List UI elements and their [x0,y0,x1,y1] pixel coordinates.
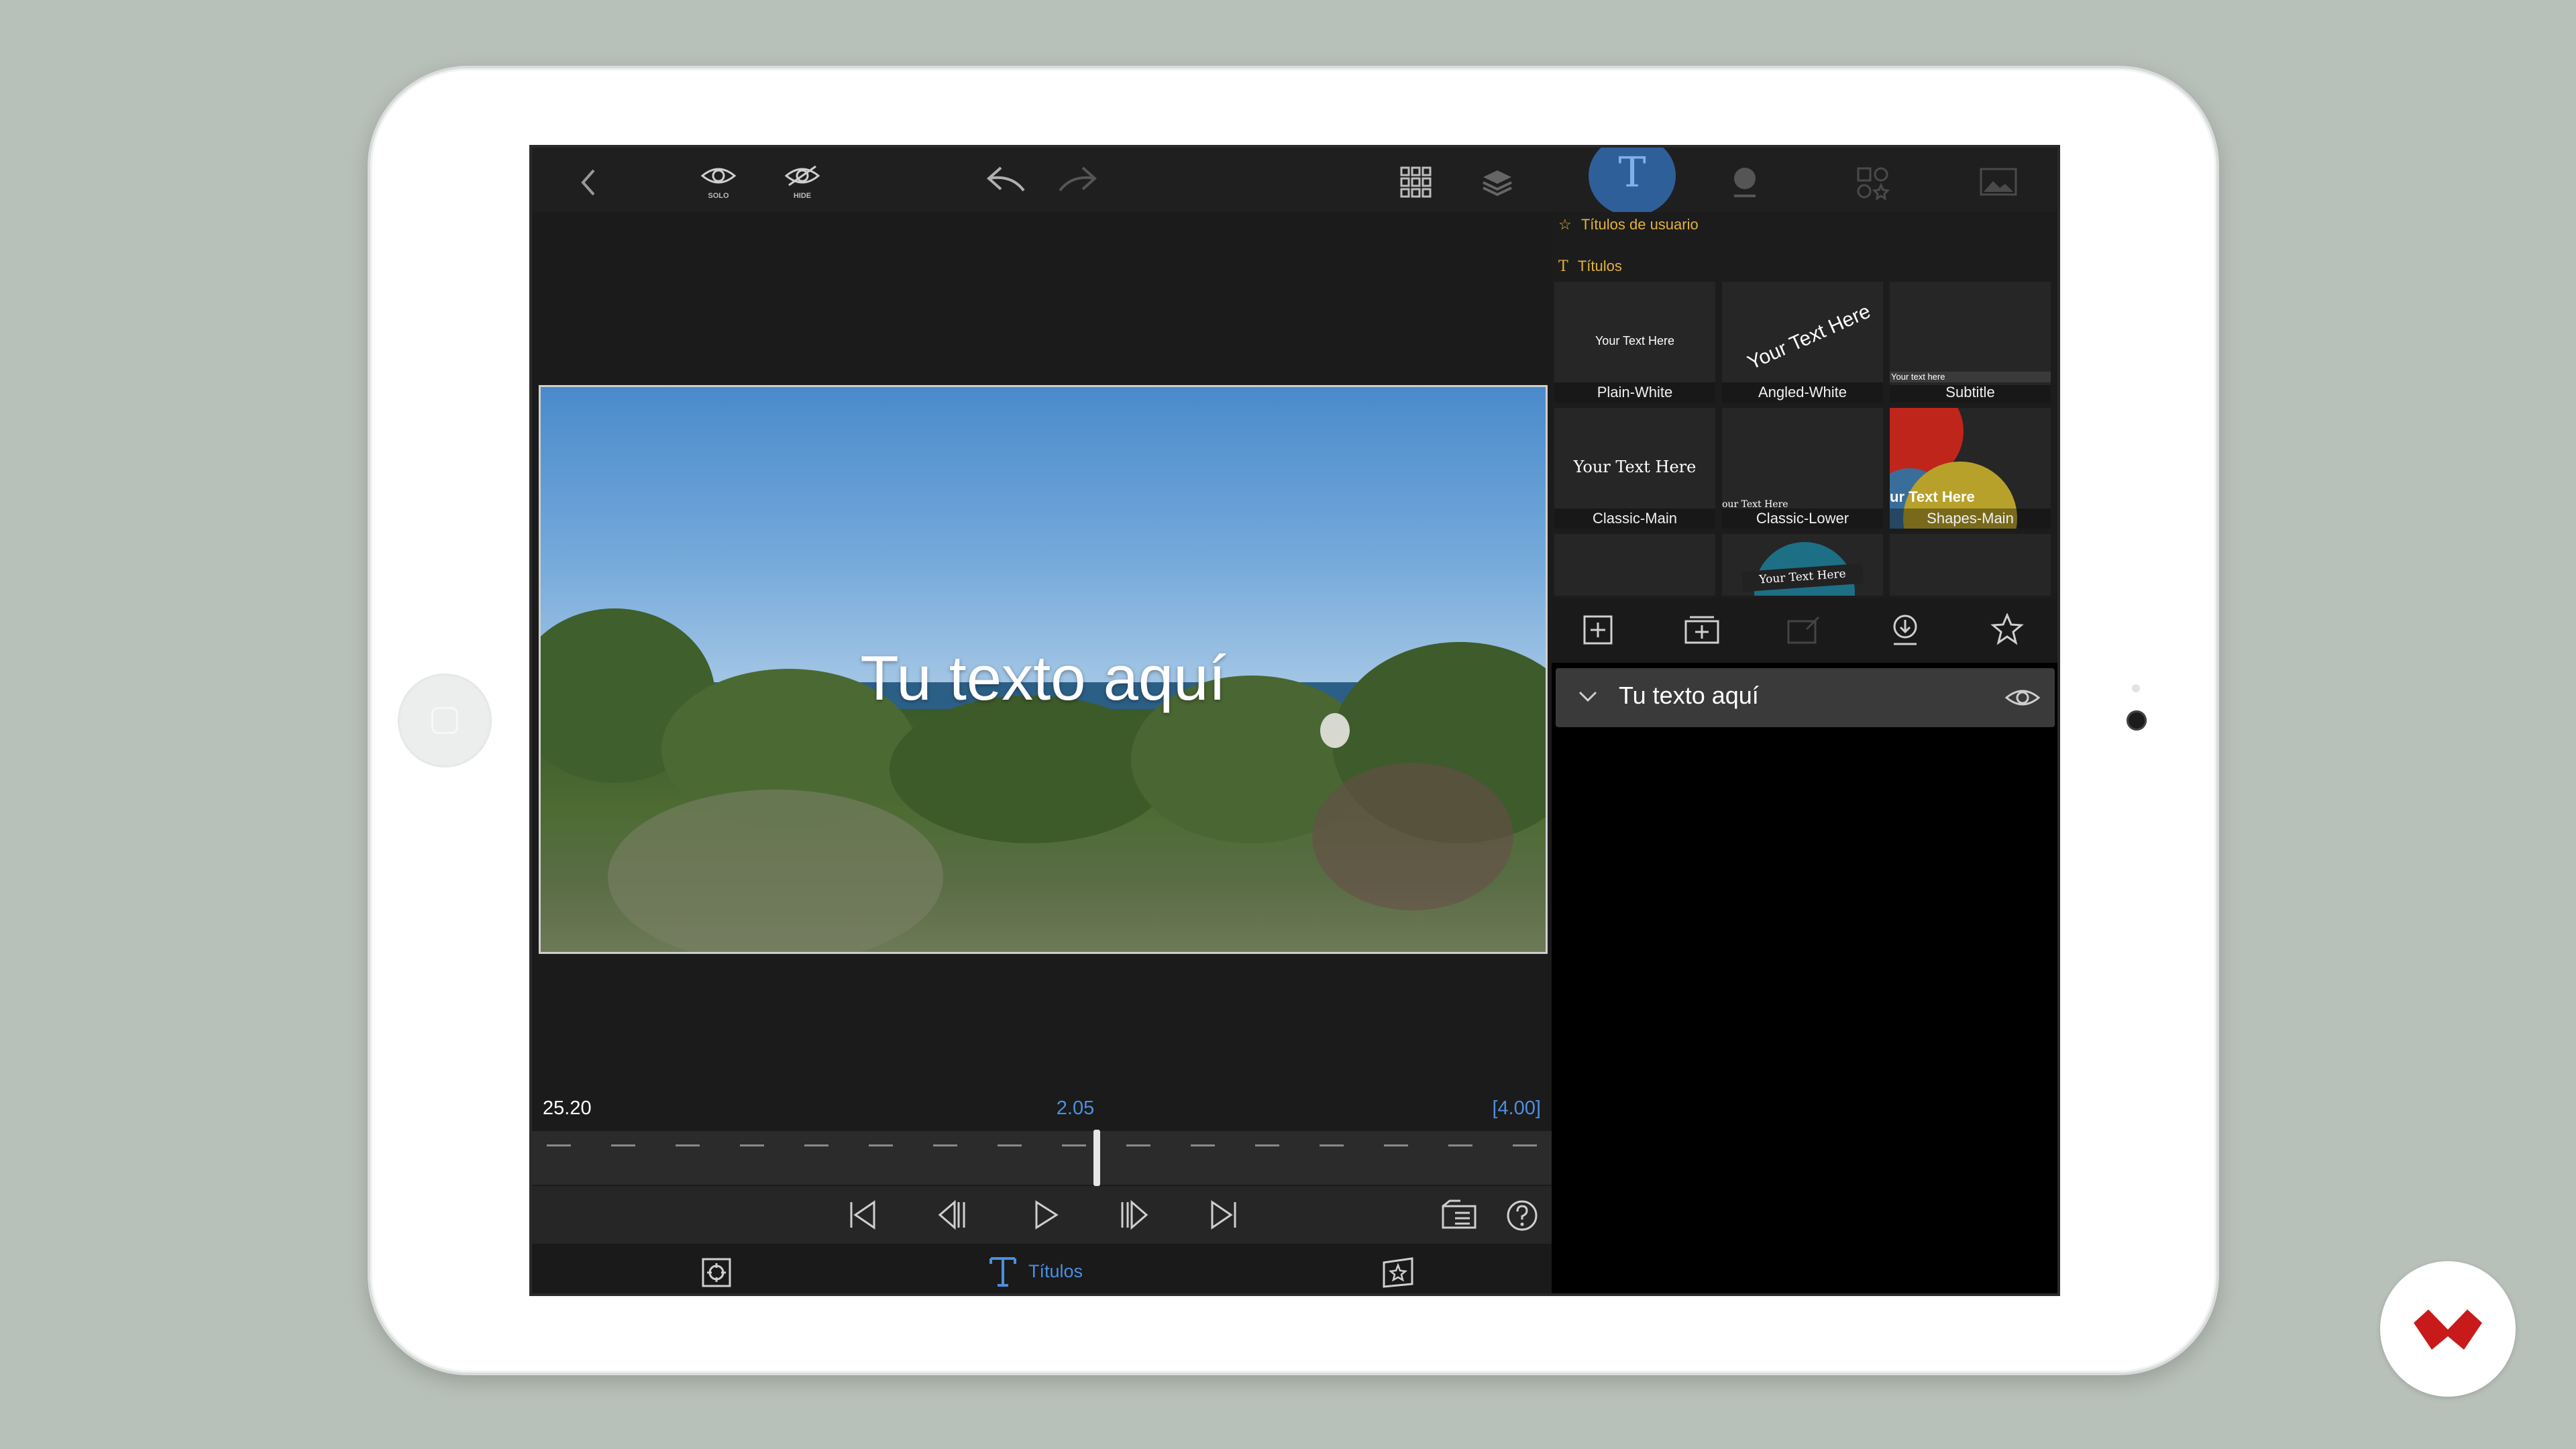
titles-panel: ☆ Títulos de usuario T Títulos Your Text… [1552,212,2057,1293]
grid-icon[interactable] [1400,166,1432,199]
title-template-tile[interactable]: Your Text Here Plain-White [1554,282,1715,402]
video-preview[interactable]: Tu texto aquí [539,385,1548,954]
bush-shape [890,696,1171,843]
titles-icon: T [1618,148,1646,197]
add-title-layer-icon[interactable] [1683,614,1721,645]
step-back-icon[interactable] [937,1199,968,1230]
tile-label: Plain-White [1554,382,1715,402]
tile-label: Angled-White [1722,382,1883,402]
ipad-sensor [2132,684,2140,692]
step-forward-icon[interactable] [1118,1199,1149,1230]
tile-sample-text: ur Text Here [1890,488,1975,505]
pan-zoom-icon[interactable] [701,1257,732,1288]
shapes-icon[interactable] [1856,166,1890,200]
edit-title-icon[interactable] [1786,614,1821,645]
home-button[interactable] [398,674,492,767]
tile-label: Subtitle [1890,382,2051,402]
top-toolbar: SOLO HIDE T [532,148,2057,216]
favorite-star-icon[interactable] [1990,613,2024,645]
chevron-down-icon[interactable] [1577,688,1599,704]
hide-eye-icon[interactable] [784,164,821,188]
titles-tool-icon[interactable] [988,1254,1018,1288]
bush-shape [608,790,943,952]
brand-logo [2380,1261,2516,1397]
download-globe-icon[interactable] [1890,613,1921,647]
bottom-bar: Títulos [532,1244,1552,1293]
title-template-tile[interactable]: Your Text Here [1722,534,1883,596]
tile-sample-text: Your Text Here [1744,300,1874,374]
image-icon[interactable] [1980,168,2017,196]
user-titles-label: Títulos de usuario [1580,216,1699,233]
brand-mark-icon [2414,1309,2482,1350]
tile-label: Classic-Lower [1722,508,1883,529]
title-template-tile[interactable]: ur Text Here Shapes-Main [1890,408,2051,529]
timeline-track[interactable] [532,1131,1552,1185]
title-layer-row[interactable]: Tu texto aquí [1556,668,2055,727]
title-template-tile[interactable]: Your Text Here Classic-Main [1554,408,1715,529]
back-icon[interactable] [579,168,599,197]
home-button-icon [431,707,458,734]
solo-label: SOLO [708,192,729,200]
globe-icon[interactable] [1730,165,1760,200]
current-time: 2.05 [1056,1097,1095,1119]
star-icon: ☆ [1558,216,1572,233]
timeline-thumbnails [547,1144,1537,1146]
hide-label: HIDE [793,192,812,200]
library-actions [1552,598,2057,663]
title-template-tile[interactable] [1890,534,2051,596]
layer-visibility-eye-icon[interactable] [2004,686,2041,710]
titles-tool-label[interactable]: Títulos [1028,1261,1083,1282]
titles-tab-active[interactable]: T [1589,148,1676,216]
layer-label: Tu texto aquí [1619,682,1759,709]
skip-to-start-icon[interactable] [847,1199,878,1230]
tile-label: Shapes-Main [1890,508,2051,529]
left-time: 25.20 [543,1097,592,1119]
duration: [4.00] [1492,1097,1541,1119]
ipad-camera [2127,710,2147,731]
skip-to-end-icon[interactable] [1208,1199,1239,1230]
titles-small-icon: T [1558,258,1568,275]
clip-settings-icon[interactable] [1440,1199,1478,1230]
layers-icon[interactable] [1481,168,1514,197]
tile-sample-text: Your text here [1891,372,1945,382]
effects-icon[interactable] [1381,1257,1415,1288]
transport-controls [532,1186,1552,1244]
play-icon[interactable] [1030,1199,1061,1230]
titles-library: ☆ Títulos de usuario T Títulos Your Text… [1552,212,2057,663]
bush-shape [1312,763,1513,910]
title-overlay-text[interactable]: Tu texto aquí [541,642,1546,714]
title-template-tile[interactable] [1554,534,1715,596]
help-icon[interactable] [1506,1199,1538,1232]
title-template-tile[interactable]: Your Text Here Angled-White [1722,282,1883,402]
titles-section[interactable]: T Títulos [1558,258,1622,275]
playhead[interactable] [1093,1130,1100,1186]
titles-section-label: Títulos [1577,258,1622,274]
tile-label: Classic-Main [1554,508,1715,529]
tile-sample-text: Your Text Here [1595,334,1675,347]
tile-sample-text: Your Text Here [1573,458,1697,476]
white-flower [1320,713,1350,748]
user-titles-section[interactable]: ☆ Títulos de usuario [1558,216,1699,233]
title-template-tile[interactable]: Your text here Subtitle [1890,282,2051,402]
solo-eye-icon[interactable] [700,164,737,188]
redo-icon[interactable] [1056,165,1099,195]
title-template-tile[interactable]: our Text Here Classic-Lower [1722,408,1883,529]
app-screen: SOLO HIDE T Tu texto aquí 25.20 2.05 [4.… [529,145,2060,1296]
undo-icon[interactable] [985,165,1028,195]
add-title-icon[interactable] [1582,614,1613,645]
